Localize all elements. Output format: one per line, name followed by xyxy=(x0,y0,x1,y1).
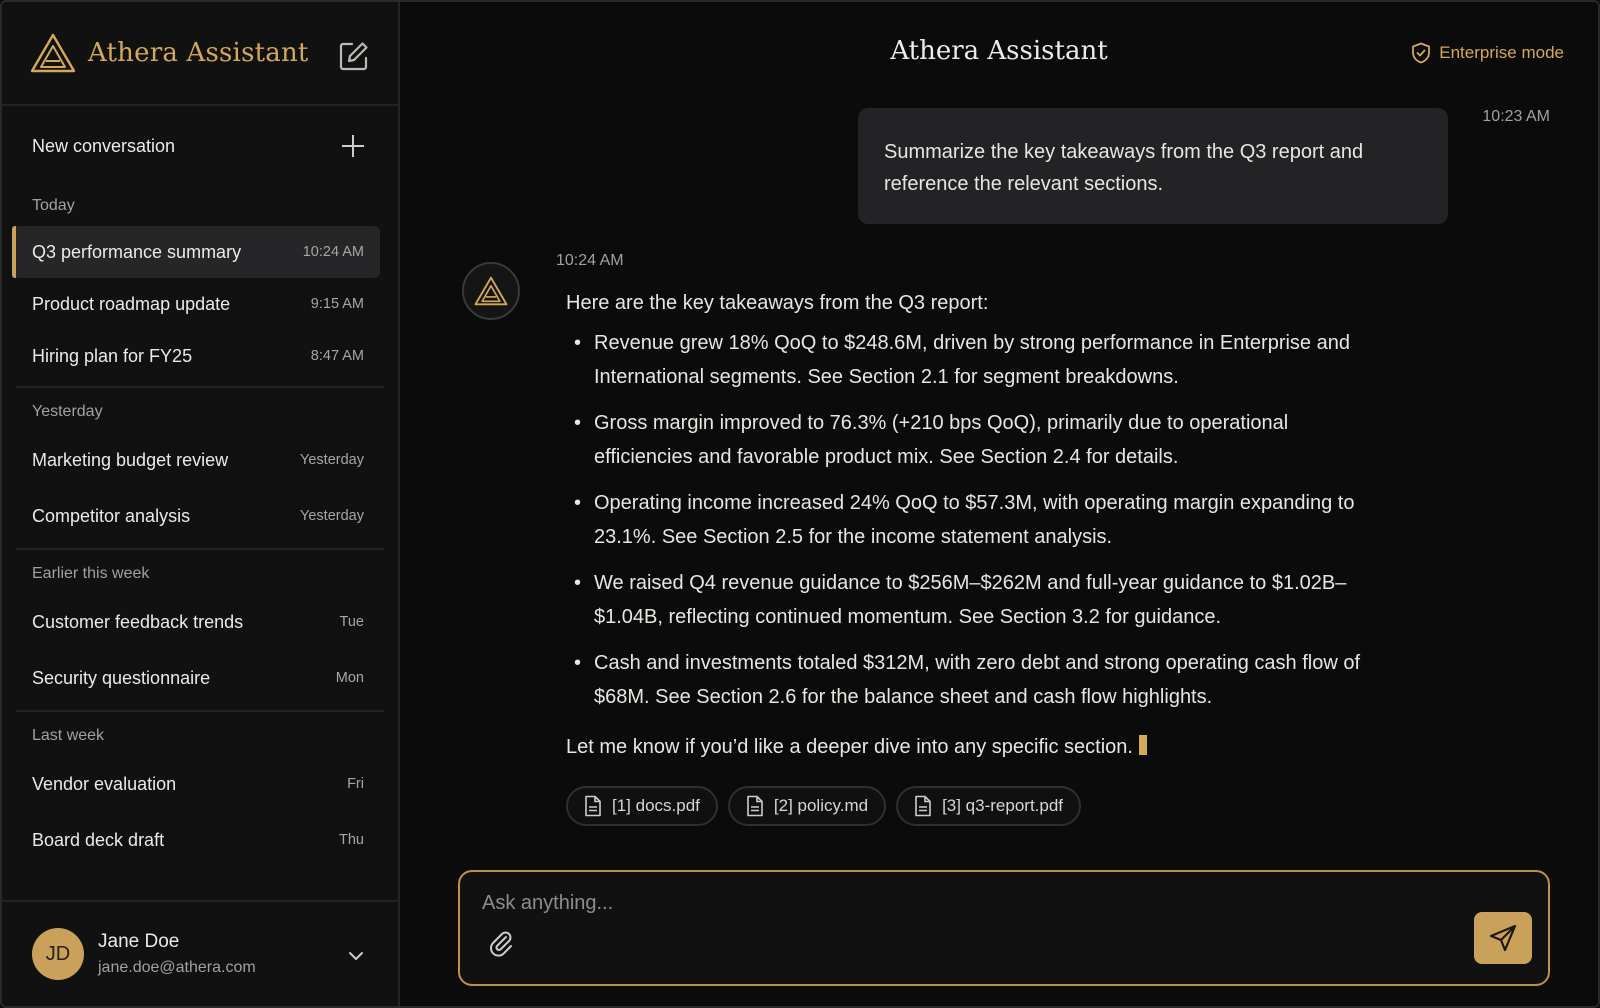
list-item: Gross margin improved to 76.3% (+210 bps… xyxy=(566,406,1366,474)
list-item: Operating income increased 24% QoQ to $5… xyxy=(566,486,1366,554)
user-profile-menu[interactable]: JD Jane Doe jane.doe@athera.com xyxy=(2,900,398,1006)
conversation-item[interactable]: Product roadmap update 9:15 AM xyxy=(12,278,380,330)
athera-logo-icon xyxy=(30,33,76,73)
message-composer xyxy=(458,870,1550,986)
conversation-item[interactable]: Competitor analysis Yesterday xyxy=(12,488,380,544)
sidebar: Athera Assistant New conversation Today … xyxy=(2,2,400,1006)
send-icon xyxy=(1489,924,1517,952)
divider xyxy=(16,386,384,388)
source-label: [3] q3-report.pdf xyxy=(942,796,1064,815)
enterprise-mode-badge[interactable]: Enterprise mode xyxy=(1411,42,1564,64)
conversation-item[interactable]: Q3 performance summary 10:24 AM xyxy=(12,226,380,278)
conversation-time: Yesterday xyxy=(300,452,364,468)
user-name: Jane Doe xyxy=(98,931,180,952)
new-conversation-button[interactable]: New conversation xyxy=(2,106,398,186)
conversation-title: Security questionnaire xyxy=(32,667,211,688)
conversation-title: Competitor analysis xyxy=(32,505,191,526)
conversation-time: Tue xyxy=(339,614,364,630)
chevron-down-icon[interactable] xyxy=(348,948,364,964)
compose-icon[interactable] xyxy=(338,40,370,72)
list-item: Cash and investments totaled $312M, with… xyxy=(566,646,1366,714)
app-window: Athera Assistant New conversation Today … xyxy=(0,0,1600,1008)
conversation-time: 9:15 AM xyxy=(310,296,364,312)
divider xyxy=(16,548,384,550)
plus-icon xyxy=(342,135,364,157)
conversation-title: Marketing budget review xyxy=(32,449,229,470)
conversation-item[interactable]: Marketing budget review Yesterday xyxy=(12,432,380,488)
athera-logo-icon xyxy=(474,276,508,306)
avatar: JD xyxy=(32,928,84,980)
conversation-item[interactable]: Customer feedback trends Tue xyxy=(12,594,380,650)
assistant-avatar xyxy=(462,262,520,320)
group-label-last-week: Last week xyxy=(32,727,105,744)
document-icon xyxy=(585,795,601,817)
conversation-title: Product roadmap update xyxy=(32,293,231,314)
conversation-title: Hiring plan for FY25 xyxy=(32,345,193,366)
group-label-earlier-this-week: Earlier this week xyxy=(32,565,150,582)
assistant-outro: Let me know if you’d like a deeper dive … xyxy=(566,732,1366,762)
user-email: jane.doe@athera.com xyxy=(98,959,256,976)
list-item: Revenue grew 18% QoQ to $248.6M, driven … xyxy=(566,326,1366,394)
assistant-intro: Here are the key takeaways from the Q3 r… xyxy=(566,292,989,314)
group-label-yesterday: Yesterday xyxy=(32,403,103,420)
conversation-item[interactable]: Vendor evaluation Fri xyxy=(12,756,380,812)
user-message-time: 10:23 AM xyxy=(1482,108,1550,125)
user-message-bubble: Summarize the key takeaways from the Q3 … xyxy=(858,108,1448,224)
assistant-message-time: 10:24 AM xyxy=(556,252,624,269)
conversation-item[interactable]: Security questionnaire Mon xyxy=(12,650,380,706)
conversation-time: Thu xyxy=(339,832,364,848)
chat-main: Athera Assistant Enterprise mode Summari… xyxy=(400,2,1598,1006)
enterprise-mode-label: Enterprise mode xyxy=(1439,43,1564,62)
list-item: We raised Q4 revenue guidance to $256M–$… xyxy=(566,566,1366,634)
message-input[interactable] xyxy=(482,888,1382,918)
conversation-title: Vendor evaluation xyxy=(32,773,177,794)
source-chip[interactable]: [2] policy.md xyxy=(727,786,887,826)
conversation-item[interactable]: Hiring plan for FY25 8:47 AM xyxy=(12,330,380,382)
conversation-time: Fri xyxy=(347,776,364,792)
document-icon xyxy=(747,795,763,817)
conversation-time: 10:24 AM xyxy=(302,244,364,260)
user-info: Jane Doe jane.doe@athera.com xyxy=(98,931,256,977)
conversation-item[interactable]: Board deck draft Thu xyxy=(12,812,380,868)
conversation-time: 8:47 AM xyxy=(310,348,364,364)
brand-name: Athera Assistant xyxy=(88,38,309,68)
new-conversation-label: New conversation xyxy=(32,135,176,156)
assistant-message: Here are the key takeaways from the Q3 r… xyxy=(566,288,1366,762)
shield-check-icon xyxy=(1412,42,1431,64)
typing-cursor xyxy=(1138,735,1147,755)
group-label-today: Today xyxy=(32,197,75,214)
takeaways-list: Revenue grew 18% QoQ to $248.6M, driven … xyxy=(566,326,1366,714)
document-icon xyxy=(915,795,931,817)
assistant-outro-text: Let me know if you’d like a deeper dive … xyxy=(566,736,1133,758)
conversation-title: Q3 performance summary xyxy=(32,241,242,262)
conversation-title: Board deck draft xyxy=(32,829,165,850)
paperclip-icon[interactable] xyxy=(486,928,516,958)
send-button[interactable] xyxy=(1474,912,1532,964)
conversation-time: Mon xyxy=(335,670,364,686)
source-label: [1] docs.pdf xyxy=(612,796,700,815)
source-chips: [1] docs.pdf [2] policy.md [3] q3-report… xyxy=(566,786,1082,826)
source-chip[interactable]: [1] docs.pdf xyxy=(566,786,718,826)
source-chip[interactable]: [3] q3-report.pdf xyxy=(896,786,1082,826)
conversation-title: Customer feedback trends xyxy=(32,611,244,632)
conversation-time: Yesterday xyxy=(300,508,364,524)
brand-header: Athera Assistant xyxy=(2,2,398,106)
divider xyxy=(16,710,384,712)
source-label: [2] policy.md xyxy=(773,796,869,815)
